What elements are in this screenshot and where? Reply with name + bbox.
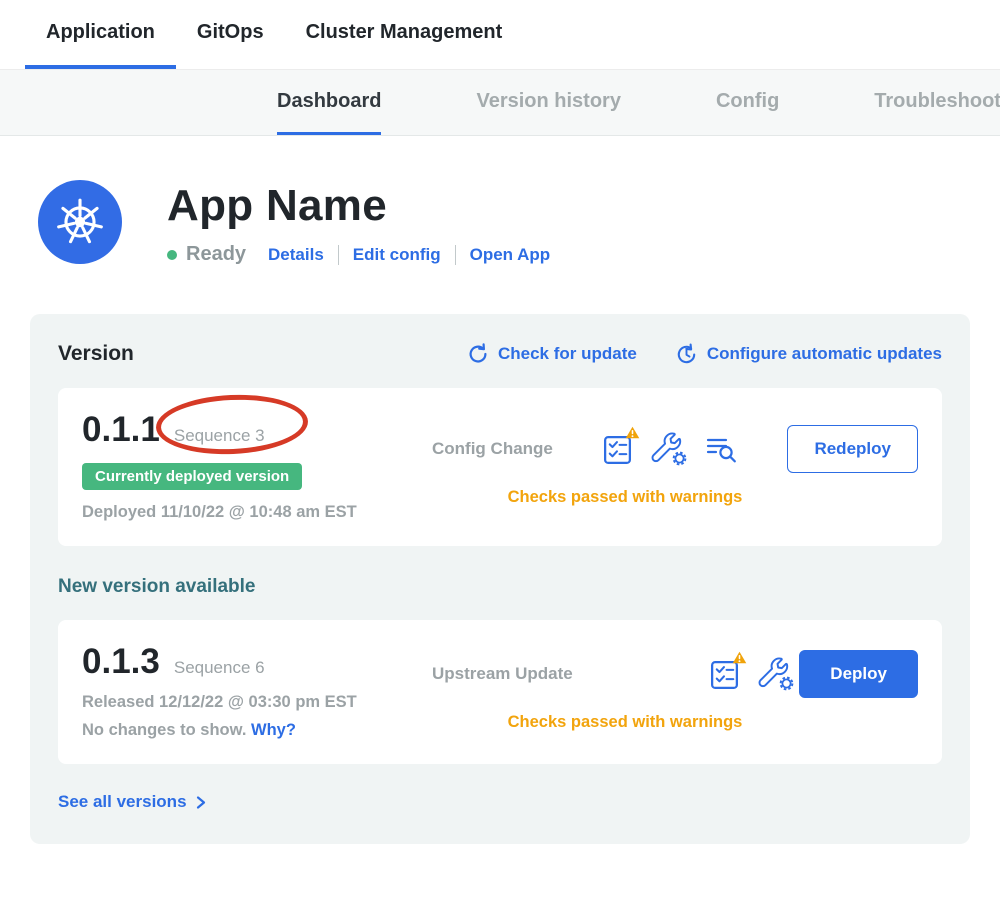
app-status-row: Ready Details Edit config Open App: [167, 243, 550, 266]
page-title: App Name: [167, 181, 550, 231]
wrench-gear-icon[interactable]: [651, 432, 687, 466]
no-changes-text: No changes to show.: [82, 721, 246, 739]
check-for-update-label: Check for update: [498, 344, 637, 364]
new-version-number: 0.1.3: [82, 642, 160, 682]
version-panel-actions: Check for update Configure automatic upd…: [467, 343, 942, 366]
deployed-timestamp: Deployed 11/10/22 @ 10:48 am EST: [82, 503, 432, 522]
list-search-icon: [705, 433, 738, 465]
gear-icon: [674, 453, 686, 465]
status-label: Ready: [186, 243, 246, 266]
nav-item-application[interactable]: Application: [25, 0, 176, 69]
warning-triangle-icon: [732, 651, 747, 664]
nav-item-gitops[interactable]: GitOps: [176, 0, 285, 69]
refresh-icon: [467, 343, 489, 365]
change-type-label: Upstream Update: [432, 664, 573, 684]
new-version-row: 0.1.3 Sequence 6: [82, 642, 432, 682]
new-version-actions: Upstream Update: [432, 642, 918, 740]
no-changes-line: No changes to show. Why?: [82, 721, 432, 740]
divider: [455, 245, 456, 265]
chevron-right-icon: [195, 795, 207, 810]
version-panel-header: Version Check for update Configure autom…: [58, 342, 942, 366]
current-checks-status: Checks passed with warnings: [432, 488, 918, 507]
details-link[interactable]: Details: [268, 245, 324, 265]
new-version-check-icons: [709, 657, 794, 691]
currently-deployed-badge: Currently deployed version: [82, 463, 302, 490]
kubernetes-helm-icon: [38, 180, 122, 264]
preflight-checks-icon[interactable]: [709, 658, 740, 691]
new-version-card: 0.1.3 Sequence 6 Released 12/12/22 @ 03:…: [58, 620, 942, 764]
app-sub-navigation: Dashboard Version history Config Trouble…: [0, 70, 1000, 136]
current-version-actions-row: Config Change: [432, 425, 918, 473]
new-checks-status: Checks passed with warnings: [432, 713, 918, 732]
redeploy-button[interactable]: Redeploy: [787, 425, 918, 473]
wrench-icon: [651, 432, 687, 466]
current-version-check-icons: [602, 432, 738, 466]
warning-triangle-icon: [625, 426, 640, 439]
why-link[interactable]: Why?: [251, 721, 296, 739]
version-panel: Version Check for update Configure autom…: [30, 314, 970, 844]
edit-config-link[interactable]: Edit config: [353, 245, 441, 265]
current-sequence-label: Sequence 3: [174, 426, 265, 446]
new-version-actions-row: Upstream Update: [432, 650, 918, 698]
red-circle-annotation: [155, 392, 309, 458]
released-timestamp: Released 12/12/22 @ 03:30 pm EST: [82, 693, 432, 712]
new-version-info: 0.1.3 Sequence 6 Released 12/12/22 @ 03:…: [82, 642, 432, 740]
wrench-gear-icon[interactable]: [758, 657, 794, 691]
preflight-checks-icon[interactable]: [602, 433, 633, 466]
nav-item-cluster-management[interactable]: Cluster Management: [285, 0, 524, 69]
wrench-icon: [758, 657, 794, 691]
configure-automatic-updates-label: Configure automatic updates: [707, 344, 942, 364]
tab-dashboard[interactable]: Dashboard: [277, 70, 381, 135]
configure-automatic-updates-link[interactable]: Configure automatic updates: [675, 343, 942, 366]
new-sequence-label: Sequence 6: [174, 658, 265, 678]
current-version-info: 0.1.1 Sequence 3 Currently deployed vers…: [82, 410, 432, 522]
clock-refresh-icon: [675, 343, 698, 366]
tab-troubleshoot[interactable]: Troubleshoot: [874, 70, 1000, 135]
current-version-number: 0.1.1: [82, 410, 160, 450]
change-type-label: Config Change: [432, 439, 553, 459]
tab-config[interactable]: Config: [716, 70, 779, 135]
helm-wheel-icon: [54, 196, 106, 248]
check-for-update-link[interactable]: Check for update: [467, 343, 637, 365]
gear-icon: [780, 678, 792, 690]
current-version-actions: Config Change: [432, 410, 918, 522]
app-header: App Name Ready Details Edit config Open …: [0, 136, 1000, 266]
ready-status-dot-icon: [167, 250, 177, 260]
divider: [338, 245, 339, 265]
new-version-available-heading: New version available: [58, 576, 942, 598]
see-all-versions-label: See all versions: [58, 792, 187, 812]
current-version-card: 0.1.1 Sequence 3 Currently deployed vers…: [58, 388, 942, 546]
app-title-block: App Name Ready Details Edit config Open …: [167, 180, 550, 266]
top-navigation: Application GitOps Cluster Management: [0, 0, 1000, 70]
current-version-row: 0.1.1 Sequence 3: [82, 410, 432, 450]
version-heading: Version: [58, 342, 134, 366]
tab-version-history[interactable]: Version history: [476, 70, 621, 135]
file-search-icon[interactable]: [705, 433, 738, 465]
deploy-button[interactable]: Deploy: [799, 650, 918, 698]
see-all-versions-link[interactable]: See all versions: [58, 792, 207, 812]
open-app-link[interactable]: Open App: [470, 245, 551, 265]
